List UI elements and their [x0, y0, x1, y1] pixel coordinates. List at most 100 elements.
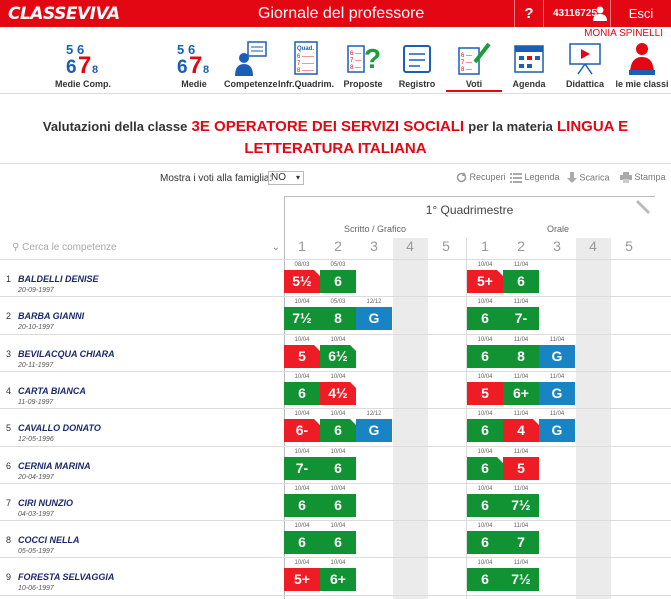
- grade-cell[interactable]: 6+: [503, 381, 539, 405]
- svg-text:6 —: 6 —: [350, 51, 361, 57]
- grade-cell[interactable]: 7½: [284, 307, 320, 331]
- grade-cell[interactable]: 6-: [284, 419, 320, 443]
- grade-cell[interactable]: 7-: [503, 307, 539, 331]
- grade-cell[interactable]: G: [539, 381, 575, 405]
- column-number: 2: [517, 238, 525, 254]
- grade-cell[interactable]: 6: [503, 270, 539, 293]
- grade-date: 11/04: [513, 448, 529, 455]
- grade-cell[interactable]: 6: [320, 270, 356, 293]
- grade-cell[interactable]: 5½: [284, 270, 320, 293]
- column-number: 5: [625, 238, 633, 254]
- student-birthdate: 05-05-1997: [18, 548, 54, 556]
- nav-agenda[interactable]: Agenda: [504, 38, 554, 92]
- student-name[interactable]: BALDELLI DENISE: [18, 274, 99, 284]
- grade-cell[interactable]: 6: [467, 531, 503, 555]
- grade-date: 10/04: [294, 373, 310, 380]
- svg-text:7: 7: [189, 52, 202, 76]
- stampa-button[interactable]: Stampa: [620, 172, 666, 184]
- grade-cell[interactable]: 5+: [284, 568, 320, 592]
- grade-cell[interactable]: 6: [467, 568, 503, 592]
- column-number: 4: [406, 238, 414, 254]
- note-marker: [350, 381, 356, 388]
- nav-registro[interactable]: Registro: [392, 38, 442, 92]
- scarica-button[interactable]: Scarica: [567, 172, 610, 184]
- grade-cell[interactable]: 7½: [503, 493, 539, 517]
- student-name[interactable]: BARBA GIANNI: [18, 311, 84, 321]
- svg-text:8 —: 8 —: [350, 65, 361, 71]
- competence-search[interactable]: ⚲ Cerca le competenze ⌄: [12, 242, 280, 253]
- grade-cell[interactable]: 6: [320, 493, 356, 517]
- student-name[interactable]: CIRI NUNZIO: [18, 498, 73, 508]
- grade-cell[interactable]: 4: [503, 419, 539, 443]
- nav-competenze[interactable]: Competenze: [224, 38, 278, 92]
- grade-cell[interactable]: 5: [284, 344, 320, 368]
- register-icon: [403, 45, 431, 73]
- grade-cell[interactable]: 8: [320, 307, 356, 331]
- grade-date: 10/04: [477, 523, 493, 530]
- nav-proposte[interactable]: 6 — 7 — 8 — ? Proposte: [338, 38, 388, 92]
- grade-cell[interactable]: G: [356, 307, 392, 331]
- student-name[interactable]: COCCI NELLA: [18, 535, 80, 545]
- grade-cell[interactable]: 6: [467, 456, 503, 480]
- grade-cell[interactable]: 6: [284, 531, 320, 555]
- student-number: 1: [6, 274, 12, 284]
- student-name[interactable]: CERNIA MARINA: [18, 461, 91, 471]
- grade-cell[interactable]: 5: [503, 456, 539, 480]
- nav-didattica[interactable]: Didattica: [558, 38, 612, 92]
- student-number: 7: [6, 497, 12, 508]
- nav-medie[interactable]: 5 6 6 7 8 Medie: [168, 38, 220, 92]
- grade-cell[interactable]: 4½: [320, 381, 356, 405]
- student-birthdate: 20-10-1997: [18, 324, 54, 332]
- grade-cell[interactable]: 5: [467, 381, 503, 405]
- grade-cell[interactable]: 6½: [320, 344, 356, 368]
- grade-cell[interactable]: 6: [284, 493, 320, 517]
- student-name[interactable]: BEVILACQUA CHIARA: [18, 349, 115, 359]
- help-button[interactable]: ?: [514, 0, 544, 27]
- grade-date: 10/04: [477, 336, 493, 343]
- top-bar: CLASSEVIVA Giornale del professore ? 431…: [0, 0, 671, 27]
- grade-date: 05/03: [330, 299, 346, 306]
- nav-medie-comp[interactable]: 5 6 6 7 8 Medie Comp.: [50, 38, 116, 92]
- grade-cell[interactable]: 6: [467, 419, 503, 443]
- grade-cell[interactable]: 8: [503, 344, 539, 368]
- grade-cell[interactable]: 6: [320, 531, 356, 555]
- family-visibility-label: Mostra i voti alla famiglia:: [160, 173, 273, 184]
- student-name[interactable]: FORESTA SELVAGGIA: [18, 572, 114, 582]
- family-visibility-value: NO: [271, 172, 286, 183]
- recuperi-button[interactable]: Recuperi: [456, 172, 506, 183]
- grade-cell[interactable]: 7½: [503, 568, 539, 592]
- nav-label: Infr.Quadrim.: [278, 79, 335, 89]
- student-name[interactable]: CARTA BIANCA: [18, 386, 86, 396]
- grade-cell[interactable]: 6: [320, 456, 356, 480]
- grade-cell[interactable]: 6: [467, 493, 503, 517]
- grade-cell[interactable]: 6: [284, 381, 320, 405]
- grade-cell[interactable]: G: [356, 419, 392, 443]
- app-logo[interactable]: CLASSEVIVA: [8, 4, 120, 24]
- grade-date: 10/04: [477, 485, 493, 492]
- family-visibility-select[interactable]: NO ▾: [268, 171, 304, 185]
- chevron-down-icon[interactable]: ⌄: [272, 242, 280, 253]
- search-input[interactable]: Cerca le competenze: [22, 242, 117, 253]
- student-number: 3: [6, 348, 12, 359]
- user-icon[interactable]: [593, 5, 607, 21]
- legenda-button[interactable]: Legenda: [510, 172, 560, 183]
- student-birthdate: 12-05-1996: [18, 436, 54, 444]
- nav-infr-quadrim[interactable]: Quad. 6 —— 7 —— 8 —— Infr.Quadrim.: [278, 38, 334, 92]
- grade-cell[interactable]: 6: [467, 307, 503, 331]
- scarica-label: Scarica: [579, 172, 610, 183]
- grade-cell[interactable]: 7: [503, 531, 539, 555]
- title-middle: per la materia: [468, 119, 553, 134]
- logout-button[interactable]: Esci: [610, 0, 671, 27]
- nav-le-mie-classi[interactable]: le mie classi: [614, 38, 670, 92]
- svg-text:8 —: 8 —: [461, 67, 472, 73]
- grade-cell[interactable]: G: [539, 419, 575, 443]
- grade-cell[interactable]: G: [539, 344, 575, 368]
- student-name[interactable]: CAVALLO DONATO: [18, 423, 101, 433]
- grade-cell[interactable]: 6+: [320, 568, 356, 592]
- nav-voti[interactable]: 6 — 7 — 8 — Voti: [446, 38, 502, 92]
- grade-cell[interactable]: 5+: [467, 270, 503, 293]
- grade-cell[interactable]: 6: [320, 419, 356, 443]
- grade-cell[interactable]: 7-: [284, 456, 320, 480]
- pencil-icon[interactable]: [635, 199, 651, 215]
- grade-cell[interactable]: 6: [467, 344, 503, 368]
